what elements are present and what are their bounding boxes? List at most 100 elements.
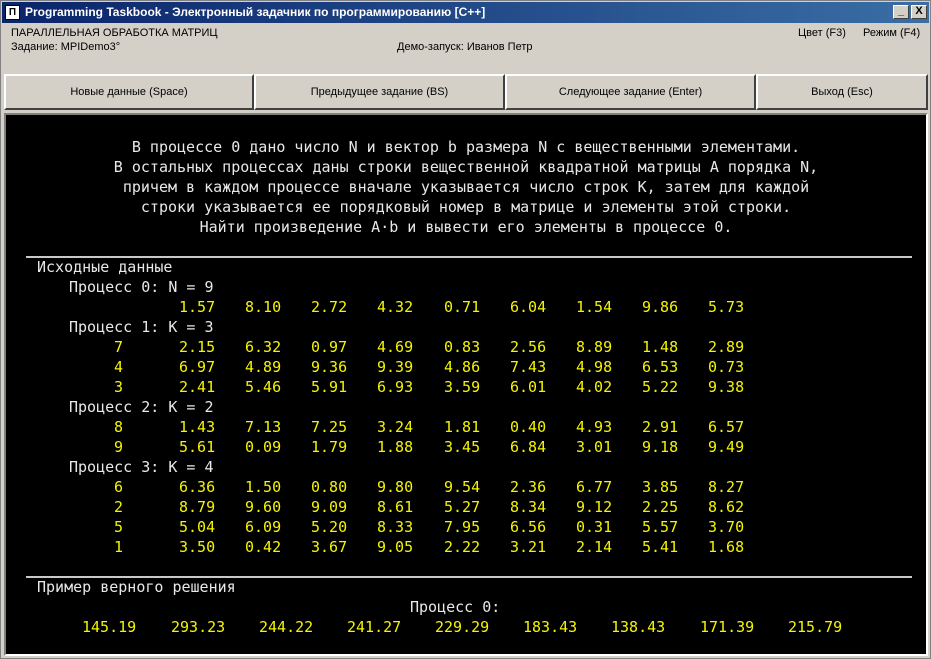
matrix-value: 9.54 — [444, 478, 481, 496]
close-button[interactable]: X — [911, 5, 927, 19]
statement-line: Найти произведение A·b и вывести его эле… — [199, 218, 733, 236]
demo-run-label: Демо-запуск: Иванов Петр — [397, 41, 533, 53]
matrix-value: 9.60 — [245, 498, 282, 516]
matrix-value: 2.15 — [179, 338, 216, 356]
matrix-value: 6.93 — [377, 378, 414, 396]
matrix-value: 1.57 — [179, 298, 216, 316]
matrix-value: 8.61 — [377, 498, 414, 516]
matrix-value: 4.86 — [444, 358, 481, 376]
minimize-button[interactable]: _ — [893, 5, 909, 19]
result-value: 229.29 — [435, 618, 490, 636]
matrix-value: 4.98 — [576, 358, 613, 376]
row-index: 1 — [114, 538, 124, 556]
matrix-value: 9.09 — [311, 498, 348, 516]
solution-heading: Пример верного решения — [37, 578, 236, 596]
matrix-value: 6.57 — [708, 418, 745, 436]
matrix-value: 1.50 — [245, 478, 282, 496]
matrix-value: 2.25 — [642, 498, 679, 516]
matrix-value: 5.46 — [245, 378, 282, 396]
app-icon: П — [5, 5, 20, 20]
matrix-value: 3.24 — [377, 418, 414, 436]
matrix-value: 2.56 — [510, 338, 547, 356]
row-index: 5 — [114, 518, 124, 536]
matrix-value: 3.67 — [311, 538, 348, 556]
matrix-value: 9.05 — [377, 538, 414, 556]
matrix-value: 1.48 — [642, 338, 679, 356]
matrix-value: 9.18 — [642, 438, 679, 456]
matrix-value: 8.27 — [708, 478, 745, 496]
process-label: Процесс 0: N = 9 — [69, 278, 214, 296]
next-task-button[interactable]: Следующее задание (Enter) — [505, 74, 756, 110]
matrix-value: 6.36 — [179, 478, 216, 496]
matrix-value: 9.49 — [708, 438, 745, 456]
task-console: В процессе 0 дано число N и вектор b раз… — [4, 113, 928, 656]
matrix-value: 4.02 — [576, 378, 613, 396]
matrix-value: 0.31 — [576, 518, 613, 536]
statement-line: строки указывается ее порядковый номер в… — [140, 198, 792, 216]
matrix-value: 5.27 — [444, 498, 481, 516]
matrix-value: 3.70 — [708, 518, 745, 536]
matrix-value: 6.84 — [510, 438, 547, 456]
matrix-value: 3.01 — [576, 438, 613, 456]
matrix-value: 5.22 — [642, 378, 679, 396]
process-label: Процесс 2: K = 2 — [69, 398, 214, 416]
row-index: 3 — [114, 378, 124, 396]
button-bar: Новые данные (Space) Предыдущее задание … — [4, 74, 928, 110]
matrix-value: 0.73 — [708, 358, 745, 376]
matrix-value: 9.12 — [576, 498, 613, 516]
matrix-value: 0.83 — [444, 338, 481, 356]
matrix-value: 8.10 — [245, 298, 282, 316]
matrix-value: 3.85 — [642, 478, 679, 496]
row-index: 7 — [114, 338, 124, 356]
row-index: 9 — [114, 438, 124, 456]
matrix-value: 6.04 — [510, 298, 547, 316]
matrix-value: 1.88 — [377, 438, 414, 456]
matrix-value: 2.22 — [444, 538, 481, 556]
result-value: 183.43 — [523, 618, 578, 636]
matrix-value: 7.43 — [510, 358, 547, 376]
statement-line: В процессе 0 дано число N и вектор b раз… — [131, 138, 801, 156]
matrix-value: 4.89 — [245, 358, 282, 376]
matrix-value: 8.79 — [179, 498, 216, 516]
result-value: 171.39 — [700, 618, 755, 636]
new-data-button[interactable]: Новые данные (Space) — [4, 74, 254, 110]
matrix-value: 7.13 — [245, 418, 282, 436]
title-bar[interactable]: П Programming Taskbook - Электронный зад… — [2, 2, 929, 23]
color-mode-toggle[interactable]: Цвет (F3) — [798, 27, 846, 40]
matrix-value: 3.59 — [444, 378, 481, 396]
row-index: 8 — [114, 418, 124, 436]
matrix-value: 6.53 — [642, 358, 679, 376]
matrix-value: 0.40 — [510, 418, 547, 436]
matrix-value: 5.04 — [179, 518, 216, 536]
matrix-value: 2.41 — [179, 378, 216, 396]
matrix-value: 4.32 — [377, 298, 414, 316]
section-title: ПАРАЛЛЕЛЬНАЯ ОБРАБОТКА МАТРИЦ — [11, 27, 218, 39]
previous-task-button[interactable]: Предыдущее задание (BS) — [254, 74, 505, 110]
matrix-value: 5.73 — [708, 298, 745, 316]
matrix-value: 8.33 — [377, 518, 414, 536]
matrix-value: 5.57 — [642, 518, 679, 536]
matrix-value: 2.91 — [642, 418, 679, 436]
matrix-value: 0.09 — [245, 438, 282, 456]
process-label: Процесс 3: K = 4 — [69, 458, 214, 476]
mode-toggle[interactable]: Режим (F4) — [863, 27, 920, 40]
row-index: 4 — [114, 358, 124, 376]
matrix-value: 0.80 — [311, 478, 348, 496]
matrix-value: 4.93 — [576, 418, 613, 436]
result-value: 138.43 — [611, 618, 666, 636]
matrix-value: 0.71 — [444, 298, 481, 316]
matrix-value: 8.62 — [708, 498, 745, 516]
matrix-value: 1.43 — [179, 418, 216, 436]
result-value: 241.27 — [347, 618, 402, 636]
result-value: 293.23 — [171, 618, 226, 636]
matrix-value: 5.61 — [179, 438, 216, 456]
matrix-value: 6.01 — [510, 378, 547, 396]
matrix-value: 2.14 — [576, 538, 613, 556]
app-window: П Programming Taskbook - Электронный зад… — [0, 0, 931, 659]
matrix-value: 5.41 — [642, 538, 679, 556]
matrix-value: 9.80 — [377, 478, 414, 496]
matrix-value: 1.54 — [576, 298, 613, 316]
statement-line: причем в каждом процессе вначале указыва… — [122, 178, 810, 196]
matrix-value: 2.72 — [311, 298, 348, 316]
exit-button[interactable]: Выход (Esc) — [756, 74, 928, 110]
